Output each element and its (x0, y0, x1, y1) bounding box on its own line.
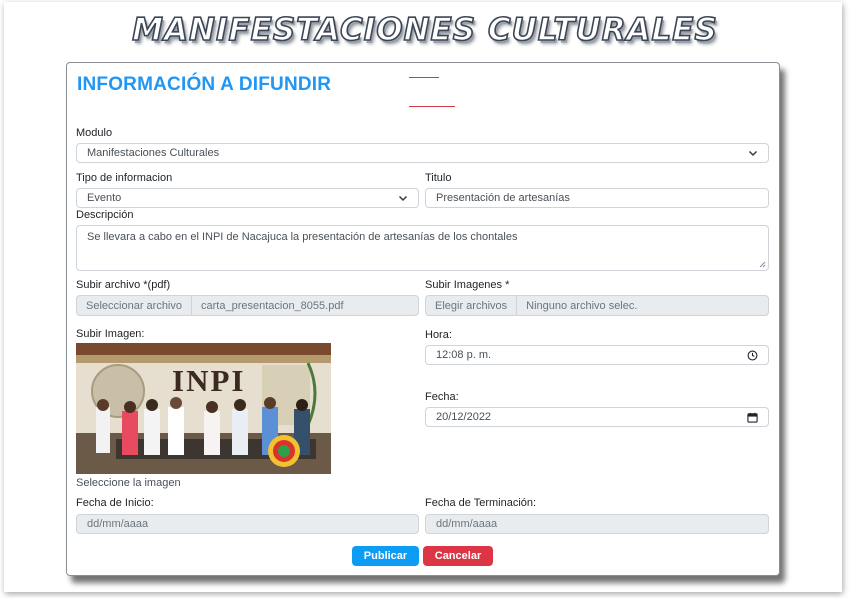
fecha-inicio-label: Fecha de Inicio: (76, 497, 154, 509)
archivo-filename: carta_presentacion_8055.pdf (201, 299, 344, 312)
hora-label: Hora: (425, 329, 452, 341)
fecha-value: 20/12/2022 (436, 411, 492, 423)
archivo-label: Subir archivo *(pdf) (76, 279, 171, 291)
titulo-input[interactable]: Presentación de artesanías (425, 188, 769, 208)
title-accent-line (409, 77, 439, 78)
descripcion-value: Se llevara a cabo en el INPI de Nacajuca… (87, 231, 518, 243)
descripcion-textarea[interactable]: Se llevara a cabo en el INPI de Nacajuca… (76, 225, 769, 271)
fecha-input[interactable]: 20/12/2022 (425, 407, 769, 427)
fecha-label: Fecha: (425, 391, 459, 403)
hora-input[interactable]: 12:08 p. m. (425, 345, 769, 365)
image-preview: INPI (76, 343, 331, 474)
imagenes-label: Subir Imagenes * (425, 279, 510, 291)
imagenes-filename: Ninguno archivo selec. (526, 299, 638, 312)
tipo-value: Evento (87, 192, 122, 204)
imagen-caption: Seleccione la imagen (76, 477, 181, 489)
resize-grip-icon[interactable] (759, 261, 766, 268)
imagenes-file-input[interactable]: Elegir archivos Ninguno archivo selec. (425, 295, 769, 316)
hora-value: 12:08 p. m. (436, 349, 492, 361)
archivo-file-input[interactable]: Seleccionar archivo carta_presentacion_8… (76, 295, 419, 316)
clock-icon[interactable] (747, 350, 758, 361)
tipo-select[interactable]: Evento (76, 188, 419, 208)
modulo-value: Manifestaciones Culturales (87, 147, 220, 159)
titulo-label: Titulo (425, 172, 452, 184)
inpi-sign-text: INPI (172, 363, 246, 398)
calendar-icon[interactable] (747, 412, 758, 423)
modulo-label: Modulo (76, 127, 113, 139)
publicar-button[interactable]: Publicar (352, 546, 419, 566)
cancelar-button[interactable]: Cancelar (423, 546, 493, 566)
imagen-label: Subir Imagen: (76, 328, 145, 340)
chevron-down-icon (748, 150, 758, 157)
titulo-value: Presentación de artesanías (436, 192, 570, 204)
fecha-fin-input[interactable]: dd/mm/aaaa (425, 514, 769, 534)
title-accent-line (409, 106, 455, 107)
fecha-fin-placeholder: dd/mm/aaaa (436, 518, 498, 530)
imagenes-choose-button[interactable]: Elegir archivos (426, 296, 518, 315)
modulo-select[interactable]: Manifestaciones Culturales (76, 143, 769, 163)
fecha-fin-label: Fecha de Terminación: (425, 497, 537, 509)
form-card: INFORMACIÓN A DIFUNDIR Modulo Manifestac… (66, 62, 780, 576)
banner-title: MANIFESTACIONES CULTURALES (131, 11, 718, 49)
form-title: INFORMACIÓN A DIFUNDIR (77, 74, 332, 95)
descripcion-label: Descripción (76, 209, 134, 221)
archivo-choose-button[interactable]: Seleccionar archivo (77, 296, 192, 315)
chevron-down-icon (398, 195, 408, 202)
tipo-label: Tipo de informacion (76, 172, 173, 184)
fecha-inicio-placeholder: dd/mm/aaaa (87, 518, 149, 530)
fecha-inicio-input[interactable]: dd/mm/aaaa (76, 514, 419, 534)
